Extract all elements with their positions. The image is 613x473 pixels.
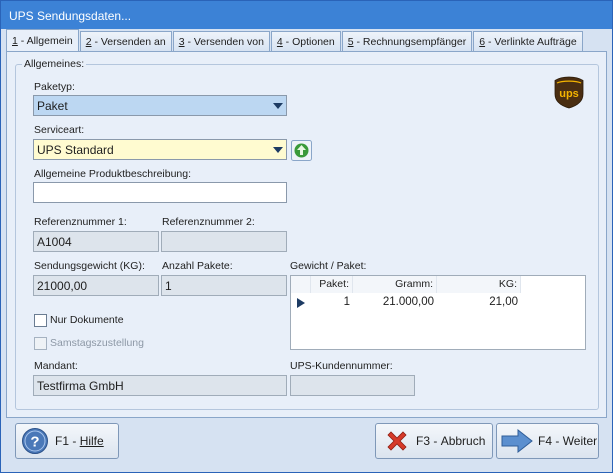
pakettyp-value: Paket [37, 99, 68, 113]
tab-allgemein[interactable]: 1 - Allgemein [6, 29, 79, 51]
gewicht-label: Sendungsgewicht (KG): [34, 260, 145, 272]
svg-text:ups: ups [559, 88, 579, 100]
ups-kundennummer-label: UPS-Kundennummer: [290, 360, 393, 372]
ups-logo-icon: ups [554, 76, 584, 109]
pakettyp-select[interactable]: Paket [33, 95, 287, 116]
anzahl-input[interactable]: 1 [161, 275, 287, 296]
ref1-input[interactable]: A1004 [33, 231, 159, 252]
ups-shipment-dialog: UPS Sendungsdaten... 1 - Allgemein 2 - V… [0, 0, 613, 473]
beschreibung-label: Allgemeine Produktbeschreibung: [34, 168, 192, 180]
cell-kg: 21,00 [489, 296, 518, 308]
svg-text:?: ? [30, 434, 39, 451]
serviceart-label: Serviceart: [34, 124, 85, 136]
cell-gramm: 21.000,00 [382, 296, 434, 308]
beschreibung-input[interactable] [33, 182, 287, 203]
serviceart-select[interactable]: UPS Standard [33, 139, 287, 160]
tab-versenden-an[interactable]: 2 - Versenden an [79, 31, 172, 51]
tab-bar: 1 - Allgemein 2 - Versenden an 3 - Verse… [6, 29, 584, 51]
nur-dokumente-checkbox[interactable] [34, 314, 47, 327]
help-icon: ? [22, 428, 48, 454]
mandant-label: Mandant: [34, 360, 78, 372]
serviceart-value: UPS Standard [37, 143, 114, 157]
close-icon [387, 431, 407, 451]
chevron-down-icon [273, 103, 283, 109]
mandant-input[interactable]: Testfirma GmbH [33, 375, 287, 396]
grid-header-kg: KG: [437, 276, 521, 293]
gewicht-paket-label: Gewicht / Paket: [290, 260, 367, 272]
tab-versenden-von[interactable]: 3 - Versenden von [172, 31, 270, 51]
tab-rechnungsempfaenger[interactable]: 5 - Rechnungsempfänger [341, 31, 473, 51]
general-group-legend: Allgemeines: [22, 58, 87, 70]
gewicht-input[interactable]: 21000,00 [33, 275, 159, 296]
ups-kundennummer-input[interactable] [290, 375, 415, 396]
ref1-label: Referenznummer 1: [34, 216, 127, 228]
arrow-right-icon [501, 429, 533, 453]
service-refresh-icon[interactable] [291, 140, 312, 161]
cell-paket: 1 [343, 296, 350, 308]
window-title: UPS Sendungsdaten... [1, 1, 612, 29]
tab-optionen[interactable]: 4 - Optionen [270, 31, 341, 51]
chevron-down-icon [273, 147, 283, 153]
samstag-checkbox[interactable] [34, 337, 47, 350]
cancel-button[interactable]: F3 - Abbruch [375, 423, 493, 459]
gewicht-paket-grid[interactable]: Paket: Gramm: KG: 1 21.000,00 21,00 [290, 275, 586, 350]
grid-header-paket: Paket: [311, 276, 353, 293]
help-button[interactable]: ? F1 - Hilfe [15, 423, 119, 459]
samstag-label: Samstagszustellung [50, 337, 144, 349]
tab-verlinkte-auftraege[interactable]: 6 - Verlinkte Aufträge [473, 31, 583, 51]
grid-header-gramm: Gramm: [353, 276, 437, 293]
next-button[interactable]: F4 - Weiter [496, 423, 599, 459]
anzahl-label: Anzahl Pakete: [162, 260, 233, 272]
row-selector-icon [297, 298, 305, 308]
pakettyp-label: Paketyp: [34, 81, 75, 93]
ref2-input[interactable] [161, 231, 287, 252]
nur-dokumente-label: Nur Dokumente [50, 314, 124, 326]
ref2-label: Referenznummer 2: [162, 216, 255, 228]
grid-corner [291, 276, 311, 293]
